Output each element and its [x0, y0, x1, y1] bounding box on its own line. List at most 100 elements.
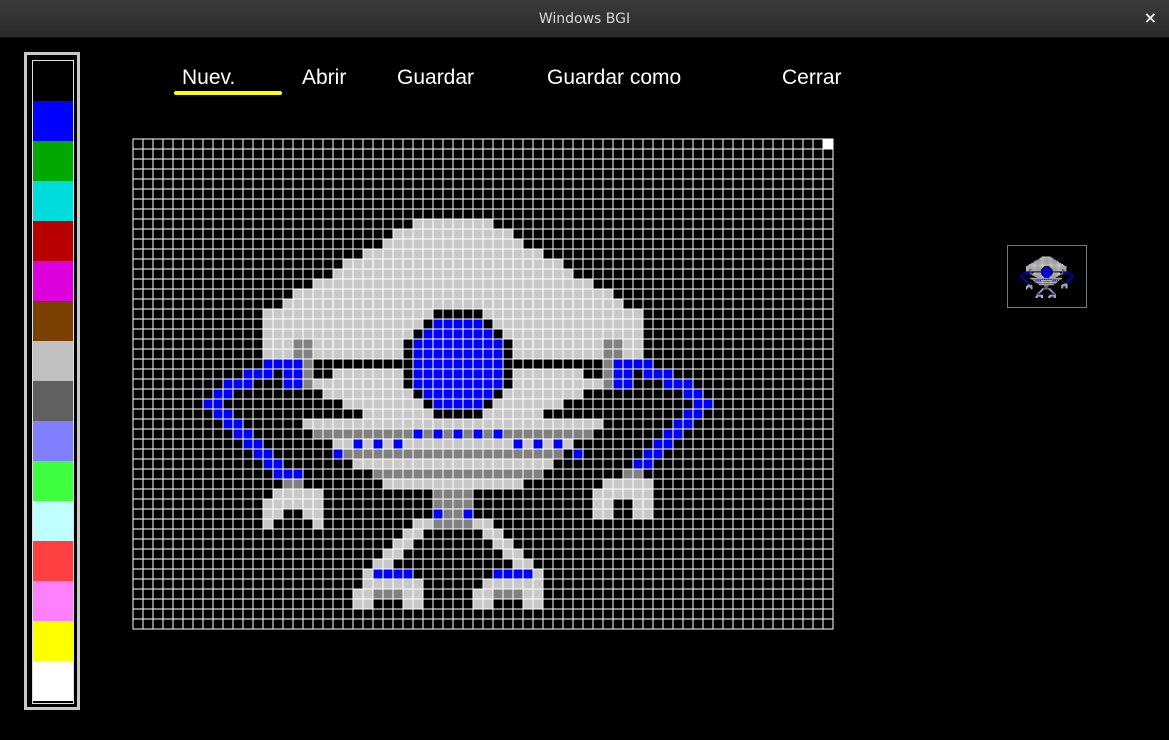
grid-cell[interactable] — [552, 378, 564, 390]
grid-cell[interactable] — [472, 398, 484, 410]
grid-cell[interactable] — [672, 448, 684, 460]
grid-cell[interactable] — [642, 578, 654, 590]
grid-cell[interactable] — [252, 578, 264, 590]
grid-cell[interactable] — [432, 508, 444, 520]
grid-cell[interactable] — [522, 188, 534, 200]
grid-cell[interactable] — [702, 488, 714, 500]
grid-cell[interactable] — [692, 588, 704, 600]
grid-cell[interactable] — [402, 468, 414, 480]
grid-cell[interactable] — [802, 158, 814, 170]
grid-cell[interactable] — [732, 458, 744, 470]
grid-cell[interactable] — [632, 248, 644, 260]
grid-cell[interactable] — [732, 368, 744, 380]
grid-cell[interactable] — [752, 308, 764, 320]
grid-cell[interactable] — [622, 308, 634, 320]
grid-cell[interactable] — [792, 378, 804, 390]
grid-cell[interactable] — [802, 568, 814, 580]
grid-cell[interactable] — [652, 278, 664, 290]
grid-cell[interactable] — [352, 538, 364, 550]
grid-cell[interactable] — [242, 468, 254, 480]
grid-cell[interactable] — [732, 578, 744, 590]
grid-cell[interactable] — [362, 418, 374, 430]
grid-cell[interactable] — [302, 248, 314, 260]
grid-cell[interactable] — [452, 298, 464, 310]
grid-cell[interactable] — [762, 318, 774, 330]
grid-cell[interactable] — [572, 518, 584, 530]
grid-cell[interactable] — [482, 158, 494, 170]
grid-cell[interactable] — [232, 278, 244, 290]
grid-cell[interactable] — [142, 138, 154, 150]
grid-cell[interactable] — [332, 178, 344, 190]
grid-cell[interactable] — [382, 558, 394, 570]
grid-cell[interactable] — [582, 168, 594, 180]
grid-cell[interactable] — [382, 398, 394, 410]
grid-cell[interactable] — [582, 318, 594, 330]
grid-cell[interactable] — [702, 448, 714, 460]
grid-cell[interactable] — [402, 318, 414, 330]
grid-cell[interactable] — [412, 598, 424, 610]
grid-cell[interactable] — [202, 598, 214, 610]
grid-cell[interactable] — [712, 398, 724, 410]
grid-cell[interactable] — [712, 338, 724, 350]
grid-cell[interactable] — [742, 408, 754, 420]
grid-cell[interactable] — [442, 418, 454, 430]
grid-cell[interactable] — [772, 228, 784, 240]
grid-cell[interactable] — [182, 188, 194, 200]
grid-cell[interactable] — [722, 338, 734, 350]
grid-cell[interactable] — [132, 588, 144, 600]
grid-cell[interactable] — [452, 138, 464, 150]
grid-cell[interactable] — [172, 408, 184, 420]
grid-cell[interactable] — [162, 378, 174, 390]
grid-cell[interactable] — [242, 508, 254, 520]
grid-cell[interactable] — [582, 408, 594, 420]
grid-cell[interactable] — [472, 168, 484, 180]
grid-cell[interactable] — [422, 248, 434, 260]
grid-cell[interactable] — [612, 348, 624, 360]
grid-cell[interactable] — [242, 428, 254, 440]
grid-cell[interactable] — [272, 428, 284, 440]
grid-cell[interactable] — [282, 548, 294, 560]
grid-cell[interactable] — [702, 258, 714, 270]
grid-cell[interactable] — [532, 458, 544, 470]
grid-cell[interactable] — [742, 398, 754, 410]
grid-cell[interactable] — [172, 198, 184, 210]
grid-cell[interactable] — [612, 138, 624, 150]
grid-cell[interactable] — [142, 358, 154, 370]
grid-cell[interactable] — [212, 358, 224, 370]
grid-cell[interactable] — [442, 478, 454, 490]
grid-cell[interactable] — [252, 338, 264, 350]
grid-cell[interactable] — [822, 178, 834, 190]
grid-cell[interactable] — [482, 568, 494, 580]
grid-cell[interactable] — [262, 458, 274, 470]
grid-cell[interactable] — [752, 348, 764, 360]
grid-cell[interactable] — [612, 158, 624, 170]
grid-cell[interactable] — [172, 528, 184, 540]
grid-cell[interactable] — [672, 298, 684, 310]
grid-cell[interactable] — [662, 178, 674, 190]
grid-cell[interactable] — [212, 298, 224, 310]
grid-cell[interactable] — [432, 608, 444, 620]
grid-cell[interactable] — [442, 518, 454, 530]
grid-cell[interactable] — [412, 348, 424, 360]
grid-cell[interactable] — [282, 338, 294, 350]
grid-cell[interactable] — [762, 388, 774, 400]
grid-cell[interactable] — [402, 218, 414, 230]
grid-cell[interactable] — [742, 338, 754, 350]
grid-cell[interactable] — [402, 568, 414, 580]
grid-cell[interactable] — [542, 268, 554, 280]
grid-cell[interactable] — [732, 618, 744, 630]
grid-cell[interactable] — [222, 448, 234, 460]
grid-cell[interactable] — [802, 388, 814, 400]
grid-cell[interactable] — [682, 458, 694, 470]
grid-cell[interactable] — [502, 378, 514, 390]
grid-cell[interactable] — [472, 528, 484, 540]
grid-cell[interactable] — [152, 378, 164, 390]
grid-cell[interactable] — [322, 588, 334, 600]
grid-cell[interactable] — [412, 388, 424, 400]
grid-cell[interactable] — [152, 388, 164, 400]
grid-cell[interactable] — [762, 378, 774, 390]
grid-cell[interactable] — [742, 418, 754, 430]
grid-cell[interactable] — [452, 258, 464, 270]
grid-cell[interactable] — [552, 418, 564, 430]
grid-cell[interactable] — [652, 438, 664, 450]
